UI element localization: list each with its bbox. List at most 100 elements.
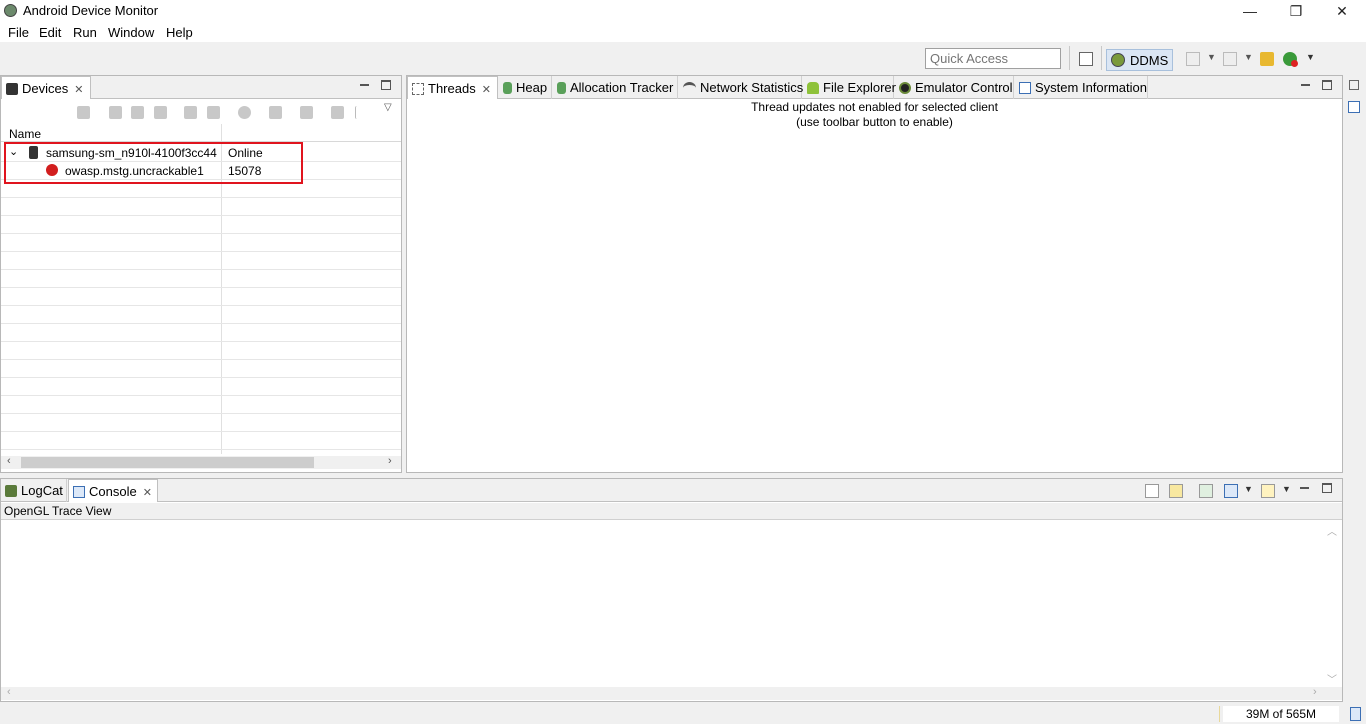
close-icon[interactable]: ✕ (143, 487, 152, 499)
step-icon[interactable] (1186, 52, 1200, 66)
close-button[interactable]: ✕ (1319, 0, 1365, 22)
scroll-up-icon[interactable]: ︿ (1327, 523, 1337, 538)
table-row (1, 270, 401, 288)
tab-system-info-label: System Information (1035, 80, 1147, 95)
menu-file[interactable]: File (8, 25, 29, 40)
ddms-perspective-button[interactable]: DDMS (1106, 49, 1173, 71)
tab-allocation-tracker[interactable]: Allocation Tracker (553, 76, 678, 99)
menu-help[interactable]: Help (166, 25, 193, 40)
tab-allocation-label: Allocation Tracker (570, 80, 674, 95)
maximize-view-icon[interactable] (381, 80, 391, 90)
toolbar-separator (1069, 46, 1070, 70)
status-separator (1219, 706, 1220, 722)
title-bar: Android Device Monitor — ❐ ✕ (0, 0, 1366, 22)
minimize-view-icon[interactable] (1298, 483, 1310, 495)
ddms-label: DDMS (1130, 53, 1169, 68)
dump-view-hierarchy-icon[interactable] (300, 106, 313, 119)
scroll-down-icon[interactable]: ﹀ (1327, 671, 1337, 686)
restore-icon[interactable] (1349, 80, 1359, 90)
scroll-lock-icon[interactable] (1169, 484, 1183, 498)
scroll-right-icon[interactable]: › (388, 455, 392, 467)
console-horizontal-scrollbar[interactable]: ‹ › (1, 686, 1342, 700)
close-icon[interactable]: ✕ (74, 84, 83, 96)
restore-button[interactable]: ❐ (1273, 0, 1319, 22)
view-icon[interactable] (1348, 101, 1360, 113)
console-text-area[interactable]: ︿ ﹀ (1, 521, 1342, 687)
toolbar-separator (1101, 46, 1102, 70)
client-views-panel: Threads ✕ Heap Allocation Tracker Network… (406, 75, 1343, 473)
tab-threads[interactable]: Threads ✕ (407, 76, 498, 99)
app-icon (4, 4, 17, 17)
cause-gc-icon[interactable] (154, 106, 167, 119)
screen-capture-icon[interactable] (269, 106, 282, 119)
update-heap-icon[interactable] (109, 106, 122, 119)
tab-console[interactable]: Console ✕ (68, 479, 158, 502)
debug-icon[interactable] (77, 106, 90, 119)
table-row (1, 288, 401, 306)
devices-tab-row: Devices ✕ (1, 76, 401, 99)
android-icon (807, 82, 819, 94)
table-row (1, 414, 401, 432)
horizontal-scrollbar[interactable]: ‹ › (1, 455, 401, 469)
open-console-icon[interactable] (1261, 484, 1275, 498)
tab-emulator-control[interactable]: Emulator Control (895, 76, 1014, 99)
opengl-trace-icon[interactable] (355, 106, 368, 119)
logcat-icon (5, 485, 17, 497)
scroll-left-icon[interactable]: ‹ (7, 455, 11, 467)
maximize-view-icon[interactable] (1322, 483, 1332, 493)
tab-console-label: Console (89, 484, 137, 499)
open-perspective-icon[interactable] (1079, 52, 1093, 66)
menu-run[interactable]: Run (73, 25, 97, 40)
phone-icon (6, 83, 18, 95)
menu-window[interactable]: Window (108, 25, 154, 40)
maximize-view-icon[interactable] (1322, 80, 1332, 90)
minimize-view-icon[interactable] (1299, 80, 1311, 92)
window-title: Android Device Monitor (23, 3, 159, 18)
tab-heap[interactable]: Heap (499, 76, 552, 99)
allocation-icon (557, 82, 566, 94)
chevron-down-icon[interactable]: ▼ (1244, 52, 1253, 62)
tab-logcat[interactable]: LogCat (1, 479, 67, 502)
tab-network-statistics[interactable]: Network Statistics (679, 76, 804, 99)
method-profiling-icon[interactable] (207, 106, 220, 119)
tab-file-explorer[interactable]: File Explorer (803, 76, 896, 99)
column-header-name[interactable]: Name (9, 127, 41, 141)
close-icon[interactable]: ✕ (482, 84, 491, 96)
tab-devices[interactable]: Devices ✕ (1, 76, 91, 99)
view-menu-icon[interactable]: ▽ (384, 102, 392, 113)
side-trim (1344, 76, 1366, 704)
tab-emulator-label: Emulator Control (915, 80, 1013, 95)
highlight-box (4, 142, 303, 184)
step-over-icon[interactable] (1223, 52, 1237, 66)
minimize-view-icon[interactable] (358, 80, 370, 92)
dump-hprof-icon[interactable] (131, 106, 144, 119)
emulator-icon (899, 82, 911, 94)
systrace-icon[interactable] (331, 106, 344, 119)
chevron-down-icon[interactable]: ▼ (1207, 52, 1216, 62)
table-row (1, 252, 401, 270)
chevron-down-icon[interactable]: ▼ (1244, 484, 1253, 494)
threads-message-line1: Thread updates not enabled for selected … (751, 100, 998, 114)
menu-edit[interactable]: Edit (39, 25, 61, 40)
chevron-down-icon[interactable]: ▼ (1306, 52, 1315, 62)
minimize-button[interactable]: — (1227, 0, 1273, 22)
tab-heap-label: Heap (516, 80, 548, 95)
scroll-right-icon[interactable]: › (1313, 686, 1317, 698)
scrollbar-thumb[interactable] (21, 457, 314, 468)
display-console-icon[interactable] (1224, 484, 1238, 498)
back-arrow-icon[interactable] (1260, 52, 1274, 66)
update-threads-icon[interactable] (184, 106, 197, 119)
clear-console-icon[interactable] (1145, 484, 1159, 498)
chevron-down-icon[interactable]: ▼ (1282, 484, 1291, 494)
stop-process-icon[interactable] (238, 106, 251, 119)
pin-console-icon[interactable] (1199, 484, 1213, 498)
scroll-left-icon[interactable]: ‹ (7, 686, 11, 698)
trash-icon[interactable] (1350, 707, 1361, 721)
heap-status[interactable]: 39M of 565M (1223, 706, 1339, 722)
tab-system-information[interactable]: System Information (1015, 76, 1148, 99)
quick-access-input[interactable] (925, 48, 1061, 69)
ddms-icon (1111, 53, 1125, 67)
table-row (1, 378, 401, 396)
table-row (1, 216, 401, 234)
tab-network-label: Network Statistics (700, 80, 804, 95)
